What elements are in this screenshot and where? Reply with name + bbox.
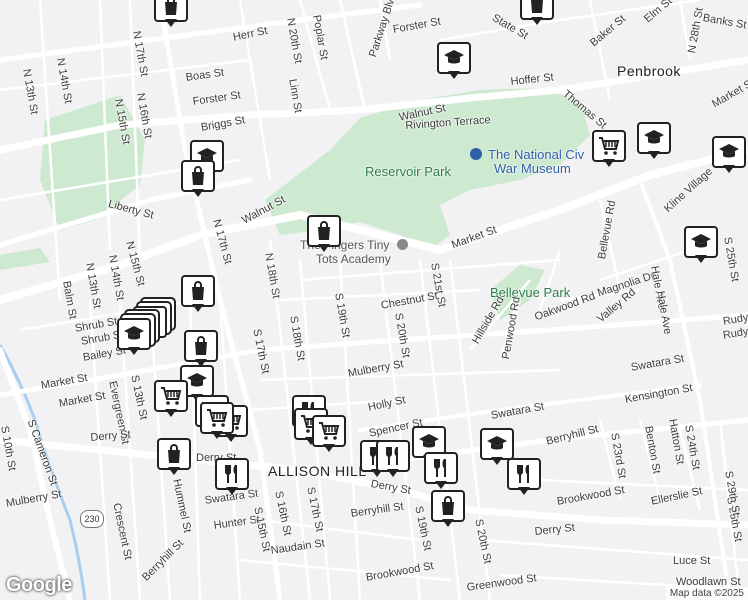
- shopping-bag-pin[interactable]: [307, 215, 341, 253]
- restaurant-icon: [429, 456, 453, 480]
- google-logo: Google: [6, 574, 72, 596]
- grocery-cart-pin[interactable]: [200, 402, 234, 440]
- school-icon: [442, 46, 466, 70]
- school-pin[interactable]: [637, 122, 671, 160]
- road-herr: [0, 2, 423, 63]
- grocery-cart-pin[interactable]: [154, 380, 188, 418]
- restaurant-pin[interactable]: [215, 458, 249, 496]
- grocery-cart-pin[interactable]: [312, 415, 346, 453]
- school-icon: [642, 126, 666, 150]
- shopping-bag-icon: [186, 164, 210, 188]
- shopping-bag-pin[interactable]: [154, 0, 188, 28]
- shopping-bag-pin[interactable]: [520, 0, 554, 26]
- school-pin[interactable]: [117, 318, 151, 356]
- school-icon: [689, 230, 713, 254]
- grocery-cart-icon: [159, 384, 183, 408]
- grocery-cart-icon: [317, 419, 341, 443]
- shopping-bag-pin[interactable]: [181, 160, 215, 198]
- school-pin[interactable]: [684, 226, 718, 264]
- area-label-penbrook: Penbrook: [617, 63, 681, 79]
- park-strip: [0, 248, 50, 270]
- area-label-allison-hill: ALLISON HILL: [268, 463, 367, 479]
- grocery-cart-pin[interactable]: [592, 130, 626, 168]
- poi-museum[interactable]: The National Civ War Museum: [470, 148, 584, 176]
- restaurant-icon: [220, 462, 244, 486]
- school-icon: [122, 322, 146, 346]
- school-icon: [485, 432, 509, 456]
- shopping-bag-icon: [312, 219, 336, 243]
- museum-icon: [470, 148, 482, 160]
- academy-icon: [397, 239, 409, 250]
- restaurant-pin[interactable]: [424, 452, 458, 490]
- poi-museum-line1: The National Civ: [488, 147, 585, 162]
- shopping-bag-pin[interactable]: [157, 438, 191, 476]
- school-icon: [717, 140, 741, 164]
- school-icon: [185, 369, 209, 393]
- grocery-cart-icon: [597, 134, 621, 158]
- restaurant-icon: [381, 444, 405, 468]
- poi-academy-line2: Tots Academy: [316, 252, 391, 266]
- map-canvas[interactable]: Penbrook ALLISON HILL Reservoir Park Bel…: [0, 0, 748, 600]
- shopping-bag-pin[interactable]: [184, 330, 218, 368]
- grocery-cart-icon: [205, 406, 229, 430]
- school-pin[interactable]: [712, 136, 746, 174]
- restaurant-pin[interactable]: [507, 458, 541, 496]
- street-label: Luce St: [673, 555, 711, 567]
- shopping-bag-icon: [159, 0, 183, 18]
- shopping-bag-pin[interactable]: [181, 275, 215, 313]
- park-label-reservoir: Reservoir Park: [365, 164, 451, 179]
- restaurant-pin[interactable]: [376, 440, 410, 478]
- map-attribution[interactable]: Map data ©2025: [665, 587, 748, 600]
- shopping-bag-icon: [436, 494, 460, 518]
- school-icon: [417, 430, 441, 454]
- poi-museum-line2: War Museum: [494, 161, 571, 176]
- shopping-bag-icon: [189, 334, 213, 358]
- shopping-bag-icon: [162, 442, 186, 466]
- shopping-bag-icon: [186, 279, 210, 303]
- school-pin[interactable]: [437, 42, 471, 80]
- restaurant-icon: [512, 462, 536, 486]
- shopping-bag-icon: [525, 0, 549, 16]
- shopping-bag-pin[interactable]: [431, 490, 465, 528]
- route-shield-230: 230: [80, 510, 104, 528]
